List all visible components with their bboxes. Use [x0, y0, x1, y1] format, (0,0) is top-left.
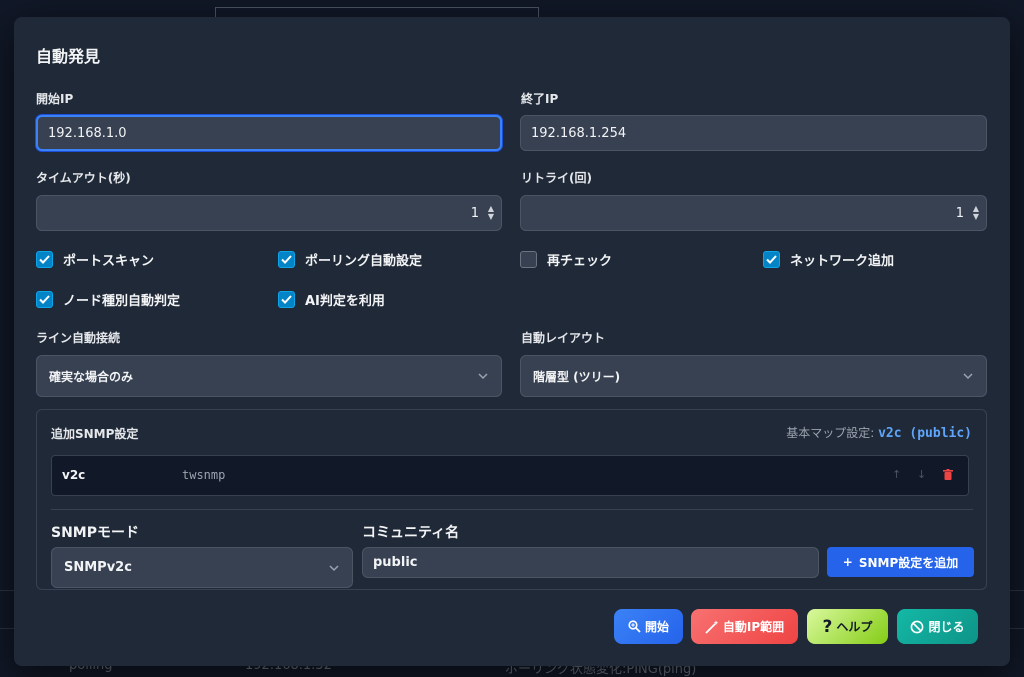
checkbox-checked-icon: [278, 291, 295, 308]
auto-ip-range-label: 自動IP範囲: [722, 620, 785, 634]
use-ai-judgement-checkbox[interactable]: AI判定を利用: [278, 290, 385, 309]
timeout-label: タイムアウト(秒): [36, 171, 131, 185]
plus-icon: +: [842, 555, 853, 569]
help-button[interactable]: ? ヘルプ: [807, 609, 888, 644]
help-button-label: ヘルプ: [836, 620, 873, 634]
port-scan-checkbox[interactable]: ポートスキャン: [36, 250, 154, 269]
line-auto-connect-select[interactable]: 確実な場合のみ: [36, 355, 502, 397]
zoom-search-icon: [628, 620, 641, 633]
auto-layout-label: 自動レイアウト: [521, 331, 606, 345]
node-type-auto-detect-checkbox[interactable]: ノード種別自動判定: [36, 290, 180, 309]
spinner-arrows-icon[interactable]: ▲ ▼: [488, 205, 494, 221]
chevron-down-icon: [478, 373, 488, 380]
add-network-label: ネットワーク追加: [790, 254, 895, 269]
add-network-checkbox[interactable]: ネットワーク追加: [763, 250, 894, 269]
line-auto-connect-value: 確実な場合のみ: [49, 369, 134, 384]
port-scan-label: ポートスキャン: [63, 254, 155, 269]
node-type-auto-detect-label: ノード種別自動判定: [63, 294, 181, 309]
snmp-mode-value: SNMPv2c: [64, 560, 132, 575]
recheck-label: 再チェック: [547, 254, 613, 269]
snmp-entry-community: twsnmp: [182, 468, 226, 482]
checkbox-checked-icon: [36, 291, 53, 308]
close-button-label: 閉じる: [928, 620, 965, 634]
checkbox-checked-icon: [36, 251, 53, 268]
timeout-stepper: ▲▼: [36, 195, 502, 231]
move-down-icon[interactable]: ↓: [917, 468, 926, 481]
retry-label: リトライ(回): [521, 171, 592, 185]
line-auto-connect-label: ライン自動接続: [36, 331, 121, 345]
base-map-setting: 基本マップ設定: v2c (public): [786, 424, 972, 441]
end-ip-input[interactable]: [520, 115, 987, 151]
snmp-mode-select[interactable]: SNMPv2c: [51, 547, 353, 588]
snmp-settings-list: v2c twsnmp ↑ ↓: [51, 455, 969, 496]
community-name-input[interactable]: [362, 547, 819, 578]
base-map-value: v2c (public): [878, 426, 972, 441]
additional-snmp-panel: 追加SNMP設定 基本マップ設定: v2c (public) v2c twsnm…: [36, 409, 987, 590]
checkbox-unchecked-icon: [520, 251, 537, 268]
polling-auto-setting-label: ポーリング自動設定: [305, 254, 423, 269]
use-ai-judgement-label: AI判定を利用: [305, 294, 385, 309]
question-mark-icon: ?: [822, 616, 833, 637]
start-button[interactable]: 開始: [614, 609, 683, 644]
end-ip-label: 終了IP: [521, 92, 559, 106]
chevron-down-icon: [329, 565, 339, 572]
additional-snmp-title: 追加SNMP設定: [51, 427, 139, 441]
retry-input[interactable]: [520, 195, 987, 231]
add-snmp-setting-button[interactable]: + SNMP設定を追加: [827, 547, 974, 577]
polling-auto-setting-checkbox[interactable]: ポーリング自動設定: [278, 250, 422, 269]
checkbox-checked-icon: [763, 251, 780, 268]
checkbox-checked-icon: [278, 251, 295, 268]
move-up-icon[interactable]: ↑: [892, 468, 901, 481]
magic-wand-icon: [705, 620, 719, 634]
dialog-title: 自動発見: [36, 47, 101, 66]
base-map-label: 基本マップ設定:: [786, 426, 875, 440]
auto-ip-range-button[interactable]: 自動IP範囲: [691, 609, 798, 644]
auto-layout-select[interactable]: 階層型 (ツリー): [520, 355, 987, 397]
add-snmp-setting-label: SNMP設定を追加: [858, 555, 959, 570]
start-button-label: 開始: [644, 620, 669, 634]
start-ip-label: 開始IP: [36, 92, 74, 106]
close-button[interactable]: 閉じる: [897, 609, 978, 644]
timeout-input[interactable]: [36, 195, 502, 231]
divider: [51, 509, 973, 510]
retry-stepper: ▲▼: [520, 195, 987, 231]
snmp-mode-label: SNMPモード: [51, 525, 139, 541]
snmp-entry-version: v2c: [62, 468, 86, 482]
start-ip-input[interactable]: [36, 115, 502, 151]
auto-discovery-dialog: 自動発見 開始IP 終了IP タイムアウト(秒) ▲▼ リトライ(回) ▲▼ ポ…: [14, 17, 1010, 666]
chevron-down-icon: [963, 373, 973, 380]
auto-layout-value: 階層型 (ツリー): [533, 369, 621, 384]
prohibited-icon: [911, 620, 924, 633]
spinner-arrows-icon[interactable]: ▲ ▼: [973, 205, 979, 221]
trash-icon[interactable]: [943, 469, 953, 483]
recheck-checkbox[interactable]: 再チェック: [520, 250, 612, 269]
community-name-label: コミュニティ名: [362, 525, 460, 541]
